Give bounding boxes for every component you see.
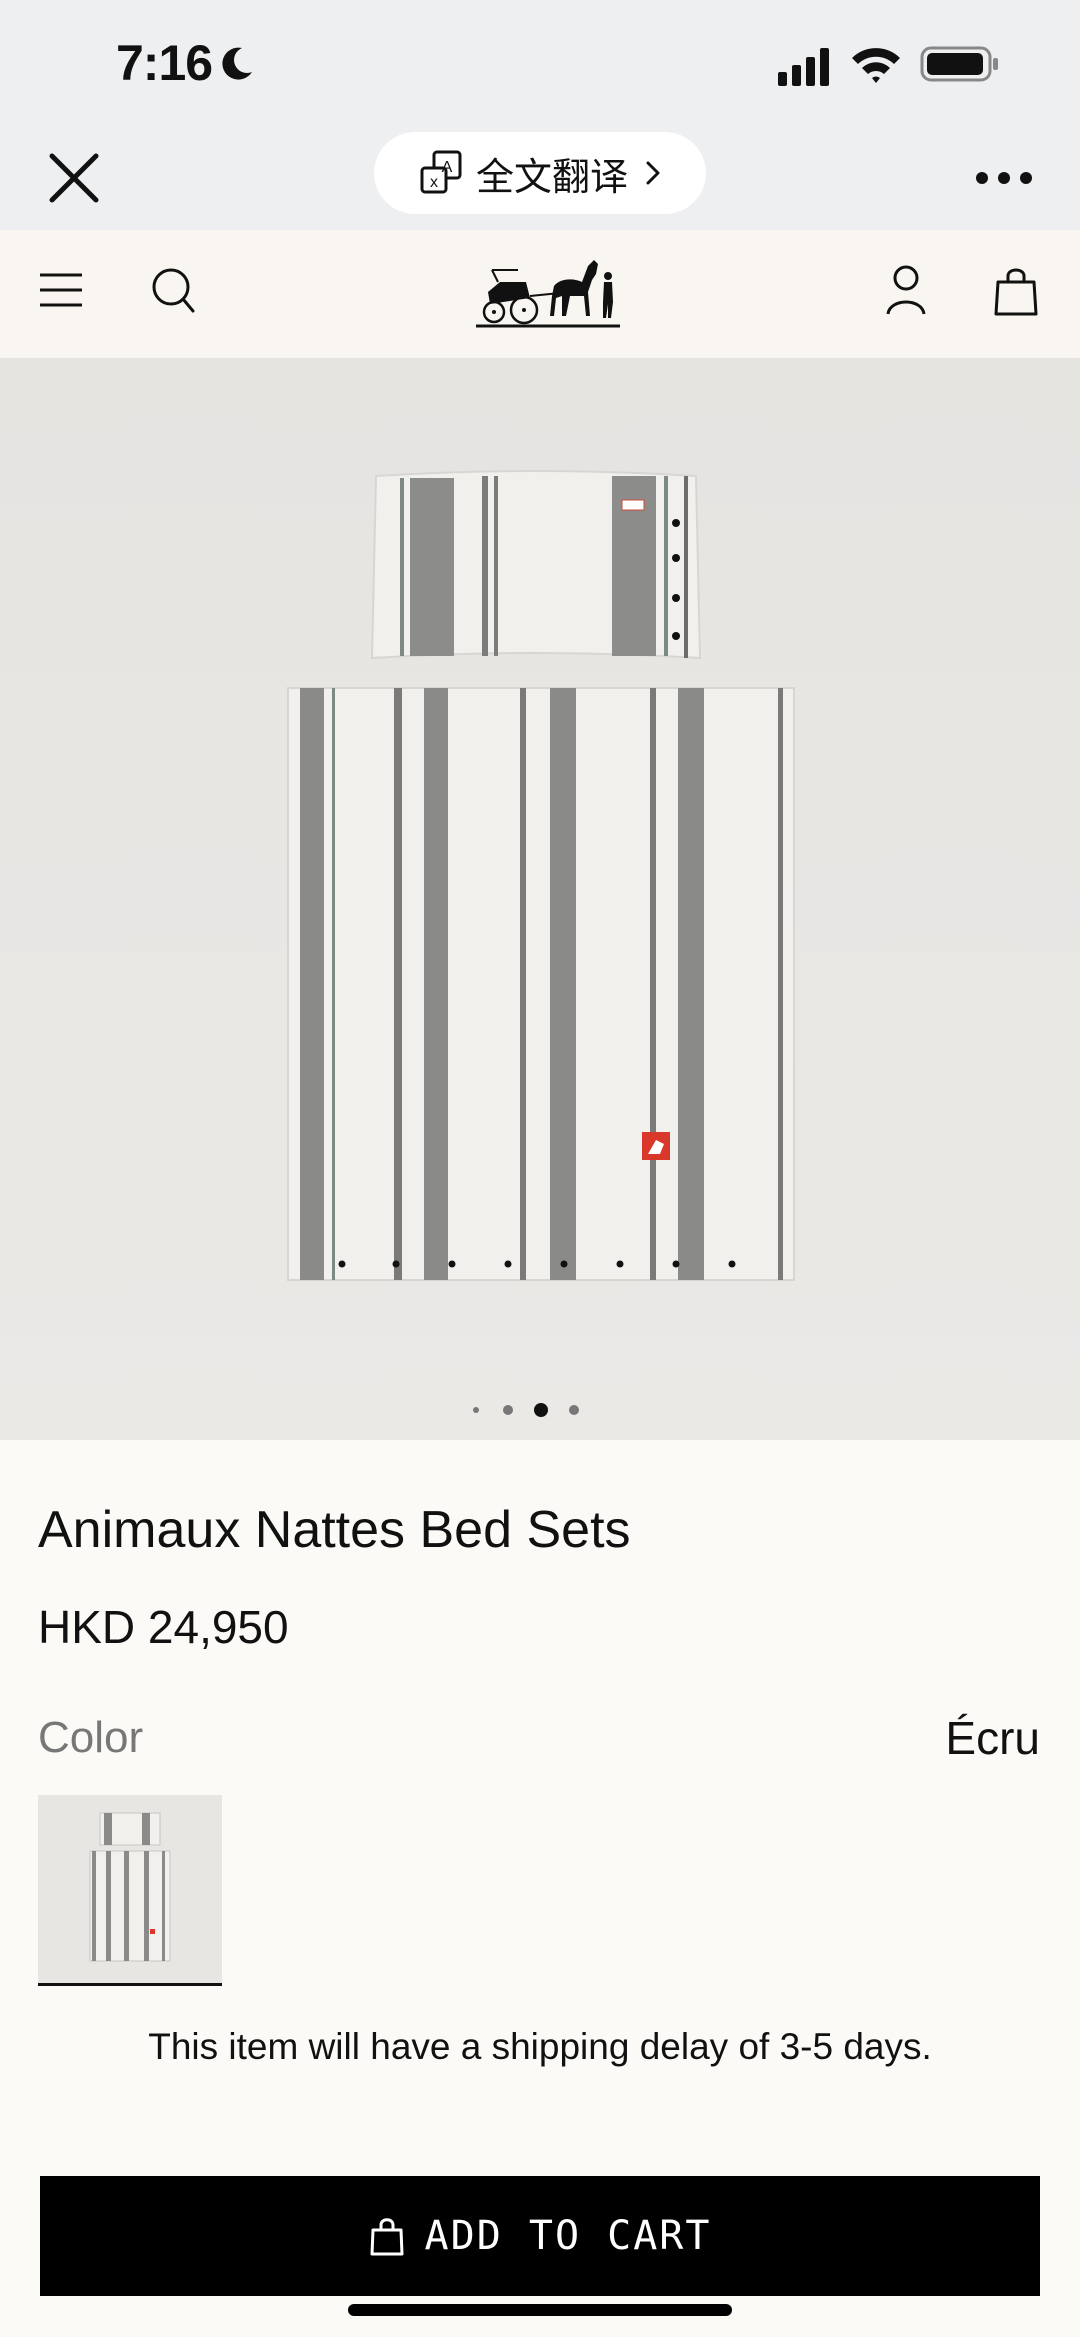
browser-bar: A x 全文翻译 <box>0 110 1080 230</box>
carousel-dot-4[interactable] <box>569 1405 579 1415</box>
color-label: Color <box>38 1713 144 1762</box>
account-icon[interactable] <box>886 264 926 316</box>
color-swatch-ecru[interactable] <box>38 1795 222 1986</box>
site-header <box>0 230 1080 358</box>
carousel-dot-3-active[interactable] <box>534 1403 548 1417</box>
carousel-pagination <box>473 1403 579 1417</box>
carousel-dot-2[interactable] <box>503 1405 513 1415</box>
chevron-right-icon <box>646 161 660 185</box>
status-time: 7:16 <box>116 35 213 91</box>
product-title: Animaux Nattes Bed Sets <box>38 1501 631 1559</box>
duvet-illustration <box>287 687 795 1281</box>
add-to-cart-button[interactable]: ADD TO CART <box>40 2176 1040 2296</box>
swatch-thumbnail <box>38 1795 222 1979</box>
selected-color-value: Écru <box>945 1712 1040 1764</box>
svg-text:x: x <box>430 174 438 191</box>
shopping-bag-icon[interactable] <box>994 266 1038 316</box>
add-to-cart-label: ADD TO CART <box>424 2213 712 2259</box>
product-image-bed-set <box>0 358 1080 1440</box>
translate-icon: A x <box>420 150 462 194</box>
shopping-bag-icon <box>370 2218 404 2256</box>
do-not-disturb-moon-icon <box>222 47 252 80</box>
battery-icon <box>920 46 998 82</box>
product-price: HKD 24,950 <box>38 1601 289 1653</box>
menu-icon[interactable] <box>38 270 84 310</box>
more-icon[interactable] <box>974 166 1034 190</box>
cellular-signal-icon <box>778 48 829 86</box>
translate-label: 全文翻译 <box>475 156 628 199</box>
carousel-dot-1[interactable] <box>473 1407 479 1413</box>
full-text-translate-button[interactable]: A x 全文翻译 <box>374 132 706 214</box>
hermes-carriage-logo[interactable] <box>470 252 626 336</box>
close-icon[interactable] <box>46 150 102 206</box>
shipping-delay-note: This item will have a shipping delay of … <box>148 2026 932 2067</box>
pillow-illustration <box>370 470 702 660</box>
wifi-icon <box>852 48 900 83</box>
svg-text:A: A <box>442 159 453 176</box>
search-icon[interactable] <box>150 266 196 314</box>
home-indicator[interactable] <box>348 2304 732 2316</box>
product-image-carousel[interactable] <box>0 358 1080 1440</box>
